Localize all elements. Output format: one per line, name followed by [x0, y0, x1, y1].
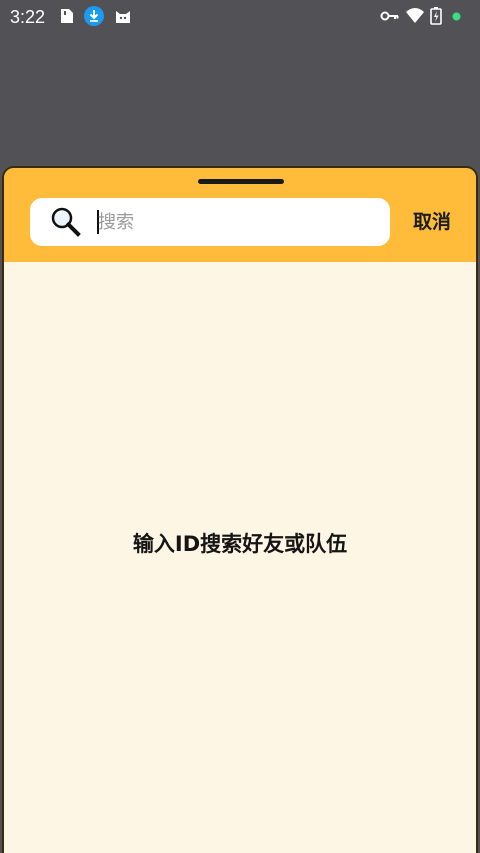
search-icon [50, 206, 82, 238]
sheet-header: 取消 [4, 168, 476, 262]
search-sheet: 取消 输入ID搜索好友或队伍 [2, 166, 478, 853]
status-time: 3:22 [10, 7, 46, 27]
sim-card-icon [58, 7, 76, 25]
status-bar: 3:22 [0, 0, 480, 34]
empty-state-hint: 输入ID搜索好友或队伍 [132, 532, 348, 556]
vpn-key-icon [380, 7, 400, 25]
search-input[interactable] [98, 204, 378, 240]
drag-handle[interactable] [198, 179, 284, 184]
cat-app-icon [114, 7, 132, 25]
cancel-button[interactable]: 取消 [404, 206, 460, 238]
notification-dot-icon [452, 12, 461, 21]
battery-icon [430, 7, 442, 25]
wifi-icon [405, 7, 425, 25]
search-box[interactable] [30, 198, 390, 246]
download-icon [84, 6, 104, 26]
